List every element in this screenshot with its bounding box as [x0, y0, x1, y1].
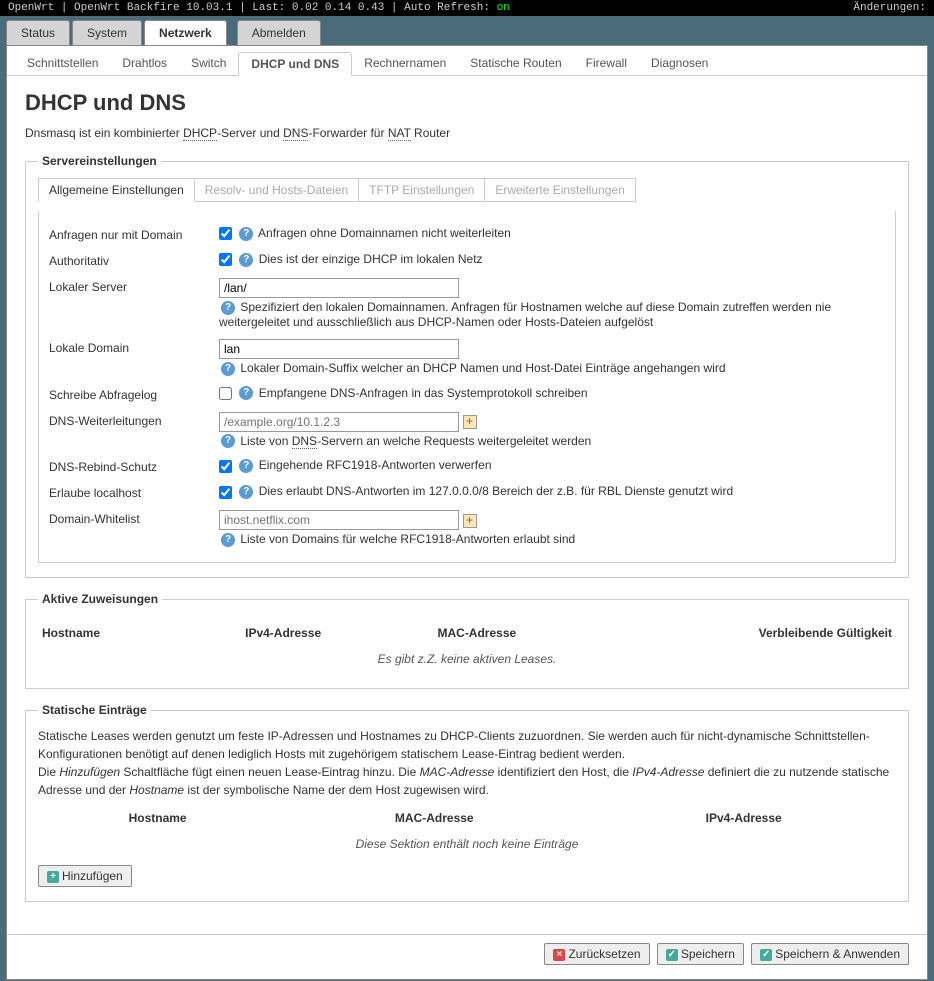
active-leases-fieldset: Aktive Zuweisungen Hostname IPv4-Adresse…	[25, 592, 909, 689]
authoritative-hint: Dies ist der einzige DHCP im lokalen Net…	[259, 252, 483, 266]
main-tabs: Status System Netzwerk Abmelden	[6, 20, 928, 45]
whitelist-input[interactable]	[219, 510, 459, 530]
load-value: 0.02 0.14 0.43	[292, 2, 384, 14]
dnsforward-input[interactable]	[219, 412, 459, 432]
localdomain-hint: Lokaler Domain-Suffix welcher an DHCP Na…	[240, 361, 725, 375]
abbr-dns: DNS	[283, 126, 308, 141]
abbr-dns: DNS	[292, 434, 317, 449]
subtab-general[interactable]: Allgemeine Einstellungen	[38, 178, 195, 202]
page-title: DHCP und DNS	[25, 90, 909, 116]
whitelist-label: Domain-Whitelist	[49, 510, 219, 526]
subtab-tftp[interactable]: TFTP Einstellungen	[358, 178, 485, 202]
help-icon[interactable]: ?	[239, 227, 253, 241]
network-subtabs: Schnittstellen Drahtlos Switch DHCP und …	[7, 46, 927, 76]
subtab-diag[interactable]: Diagnosen	[639, 52, 720, 75]
server-settings-legend: Servereinstellungen	[38, 154, 161, 168]
help-icon[interactable]: ?	[239, 459, 253, 473]
localserver-hint: Spezifiziert den lokalen Domainnamen. An…	[219, 300, 831, 329]
localhost-label: Erlaube localhost	[49, 484, 219, 500]
th-hostname: Hostname	[38, 807, 277, 829]
localserver-label: Lokaler Server	[49, 278, 219, 294]
subtab-routes[interactable]: Statische Routen	[458, 52, 573, 75]
subtab-dhcp-dns[interactable]: DHCP und DNS	[238, 52, 352, 76]
help-icon[interactable]: ?	[221, 362, 235, 376]
domainneeded-checkbox[interactable]	[219, 227, 232, 240]
subtab-interfaces[interactable]: Schnittstellen	[15, 52, 110, 75]
active-leases-legend: Aktive Zuweisungen	[38, 592, 162, 606]
abbr-nat: NAT	[388, 126, 411, 141]
add-icon[interactable]	[463, 415, 477, 429]
brand-label: OpenWrt	[8, 2, 54, 14]
domainneeded-hint: Anfragen ohne Domainnamen nicht weiterle…	[258, 226, 511, 240]
top-status-bar: OpenWrt | OpenWrt Backfire 10.03.1 | Las…	[0, 0, 934, 16]
help-icon[interactable]: ?	[221, 434, 235, 448]
load-label: Last:	[252, 2, 285, 14]
active-leases-empty: Es gibt z.Z. keine aktiven Leases.	[38, 644, 896, 674]
rebind-hint: Eingehende RFC1918-Antworten verwerfen	[259, 458, 492, 472]
reset-button[interactable]: ×Zurücksetzen	[544, 943, 649, 965]
version-label: OpenWrt Backfire 10.03.1	[74, 2, 232, 14]
rebind-label: DNS-Rebind-Schutz	[49, 458, 219, 474]
help-icon[interactable]: ?	[239, 253, 253, 267]
subtab-resolv[interactable]: Resolv- und Hosts-Dateien	[194, 178, 359, 202]
add-icon[interactable]	[463, 514, 477, 528]
static-leases-empty: Diese Sektion enthält noch keine Einträg…	[38, 829, 896, 859]
localdomain-input[interactable]	[219, 339, 459, 359]
reset-icon: ×	[553, 949, 565, 961]
th-mac: MAC-Adresse	[277, 807, 591, 829]
logqueries-checkbox[interactable]	[219, 387, 232, 400]
autorefresh-label: Auto Refresh:	[404, 2, 490, 14]
domainneeded-label: Anfragen nur mit Domain	[49, 226, 219, 242]
page-description: Dnsmasq ist ein kombinierter DHCP-Server…	[25, 126, 909, 140]
apply-icon: ✓	[760, 949, 772, 961]
active-leases-table: Hostname IPv4-Adresse MAC-Adresse Verble…	[38, 622, 896, 674]
tab-network[interactable]: Netzwerk	[144, 20, 227, 45]
localserver-input[interactable]	[219, 278, 459, 298]
help-icon[interactable]: ?	[221, 301, 235, 315]
subtab-firewall[interactable]: Firewall	[574, 52, 639, 75]
authoritative-checkbox[interactable]	[219, 253, 232, 266]
subtab-hostnames[interactable]: Rechnernamen	[352, 52, 458, 75]
logqueries-label: Schreibe Abfragelog	[49, 386, 219, 402]
tab-system[interactable]: System	[72, 20, 142, 45]
th-hostname: Hostname	[38, 622, 188, 644]
th-mac: MAC-Adresse	[378, 622, 575, 644]
subtab-advanced[interactable]: Erweiterte Einstellungen	[484, 178, 635, 202]
logqueries-hint: Empfangene DNS-Anfragen in das Systempro…	[259, 386, 588, 400]
subtab-switch[interactable]: Switch	[179, 52, 238, 75]
help-icon[interactable]: ?	[239, 386, 253, 400]
localdomain-label: Lokale Domain	[49, 339, 219, 355]
authoritative-label: Authoritativ	[49, 252, 219, 268]
add-button[interactable]: +Hinzufügen	[38, 865, 132, 887]
dnsforward-label: DNS-Weiterleitungen	[49, 412, 219, 428]
localhost-hint: Dies erlaubt DNS-Antworten im 127.0.0.0/…	[259, 484, 733, 498]
th-ipv4: IPv4-Adresse	[591, 807, 896, 829]
whitelist-hint: Liste von Domains für welche RFC1918-Ant…	[240, 532, 575, 546]
page-actions: ×Zurücksetzen ✓Speichern ✓Speichern & An…	[7, 934, 927, 979]
th-ipv4: IPv4-Adresse	[188, 622, 379, 644]
server-settings-fieldset: Servereinstellungen Allgemeine Einstellu…	[25, 154, 909, 578]
static-desc: Statische Leases werden genutzt um feste…	[38, 727, 896, 799]
th-remaining: Verbleibende Gültigkeit	[575, 622, 896, 644]
subtab-wireless[interactable]: Drahtlos	[110, 52, 179, 75]
abbr-dhcp: DHCP	[183, 126, 217, 141]
changes-label[interactable]: Änderungen:	[853, 2, 926, 14]
save-icon: ✓	[666, 949, 678, 961]
autorefresh-state[interactable]: on	[497, 2, 510, 14]
tab-status[interactable]: Status	[6, 20, 70, 45]
localhost-checkbox[interactable]	[219, 486, 232, 499]
save-button[interactable]: ✓Speichern	[657, 943, 744, 965]
help-icon[interactable]: ?	[239, 485, 253, 499]
help-icon[interactable]: ?	[221, 533, 235, 547]
plus-icon: +	[47, 871, 59, 883]
rebind-checkbox[interactable]	[219, 460, 232, 473]
static-leases-legend: Statische Einträge	[38, 703, 151, 717]
save-apply-button[interactable]: ✓Speichern & Anwenden	[751, 943, 909, 965]
tab-logout[interactable]: Abmelden	[237, 20, 321, 45]
server-subtabs: Allgemeine Einstellungen Resolv- und Hos…	[38, 178, 896, 202]
static-leases-fieldset: Statische Einträge Statische Leases werd…	[25, 703, 909, 902]
